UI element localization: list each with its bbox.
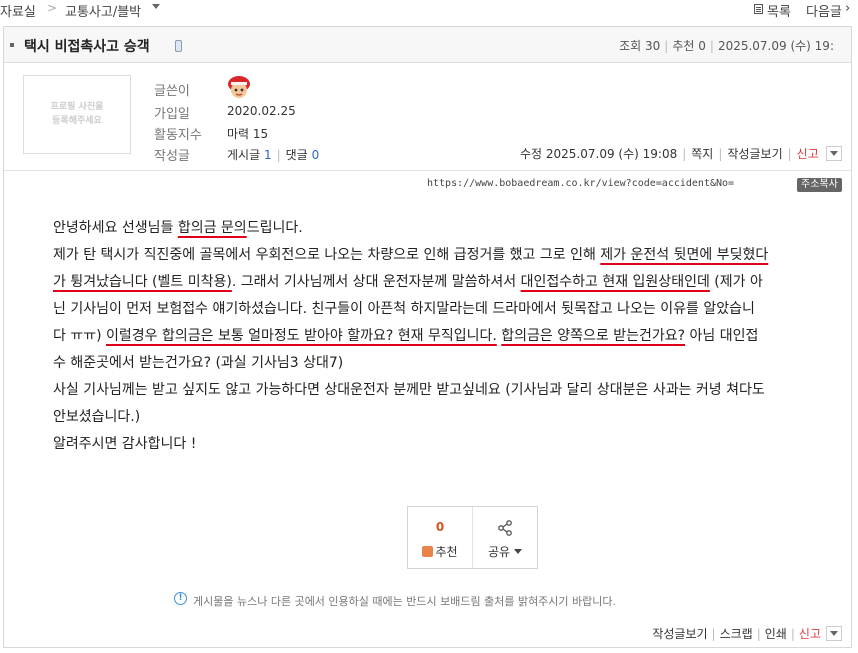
recommend-count: 0 <box>698 39 706 53</box>
views-label: 조회 <box>619 39 642 53</box>
breadcrumb-board[interactable]: 교통사고/블박 <box>65 1 141 20</box>
share-caret-icon <box>514 549 523 554</box>
author-label: 글쓴이 <box>154 84 190 99</box>
recommend-count-display: 0 <box>435 520 445 534</box>
share-button-label: 공유 <box>487 545 511 559</box>
edited-date: 수정 2025.07.09 (수) 19:08 <box>520 147 678 161</box>
post-date: 2025.07.09 (수) 19: <box>717 39 834 53</box>
share-icon <box>498 520 512 536</box>
content-line: 닌 기사님이 먼저 보험접수 얘기하셨습니다. 친구들이 아픈척 하지말라는데 … <box>53 301 755 317</box>
top-bar: 자료실 > 교통사고/블박 목록 다음글 › <box>0 0 858 20</box>
chevron-right-icon[interactable]: › <box>845 1 850 16</box>
author-avatar-icon[interactable] <box>227 75 251 100</box>
bottom-actions: 작성글보기 | 스크랩 | 인쇄 | 신고 <box>652 627 821 641</box>
post-content: 안녕하세요 선생님들 합의금 문의드립니다. 제가 탄 택시가 직진중에 골목에… <box>53 215 823 458</box>
joined-label: 가입일 <box>154 107 190 122</box>
breadcrumb-root[interactable]: 자료실 <box>0 1 36 20</box>
citation-notice: 게시물을 뉴스나 다른 곳에서 인용하실 때에는 반드시 보배드림 출처를 밝혀… <box>193 595 617 608</box>
board-dropdown-caret-icon[interactable] <box>152 4 160 9</box>
profile-photo-text-2: 등록해주세요 <box>52 116 102 126</box>
author-comments-count: 0 <box>311 148 320 162</box>
scrap-button[interactable]: 스크랩 <box>720 627 753 641</box>
profile-photo-placeholder: 프로필 사진을 등록해주세요 <box>23 75 131 154</box>
post-title: 택시 비접촉사고 승객 <box>24 39 150 55</box>
report-dropdown-icon[interactable] <box>826 146 842 161</box>
content-line: 제가 탄 택시가 직진중에 골목에서 우회전으로 나오는 차량으로 인해 급정거… <box>53 247 769 263</box>
view-author-posts-button[interactable]: 작성글보기 <box>727 147 782 161</box>
message-button[interactable]: 쪽지 <box>691 147 713 161</box>
mobile-icon <box>175 40 182 52</box>
content-line: 안녕하세요 선생님들 합의금 문의드립니다. <box>53 220 303 236</box>
footer-report-button[interactable]: 신고 <box>799 627 821 641</box>
post-url: https://www.bobaedream.co.kr/view?code=a… <box>427 178 735 189</box>
activity-label: 활동지수 <box>154 128 202 143</box>
views-count: 30 <box>645 39 661 53</box>
author-comments-link[interactable]: 댓글 <box>286 148 308 162</box>
footer-view-posts-button[interactable]: 작성글보기 <box>652 627 707 641</box>
activity-value: 마력 15 <box>227 127 269 141</box>
list-button[interactable]: 목록 <box>767 1 791 20</box>
divider <box>4 170 851 171</box>
content-line: 수 해준곳에서 받는건가요? (과실 기사님3 상대7) <box>53 355 344 371</box>
author-post-counts: 게시글 1 | 댓글 0 <box>227 148 320 162</box>
list-icon[interactable] <box>754 4 763 14</box>
content-line: 알려주시면 감사합니다 ! <box>53 436 197 452</box>
post-meta-actions: 수정 2025.07.09 (수) 19:08 | 쪽지 | 작성글보기 | 신고 <box>520 147 819 161</box>
breadcrumb-separator: > <box>47 1 58 15</box>
post-stats: 조회 30 | 추천 0 | 2025.07.09 (수) 19: <box>619 39 834 53</box>
recommend-button-label: 추천 <box>435 545 458 559</box>
copy-url-button[interactable]: 주소복사 <box>797 178 842 192</box>
print-button[interactable]: 인쇄 <box>765 627 787 641</box>
recommend-share-box: 0 추천 공유 <box>407 506 538 569</box>
info-icon: ! <box>174 592 187 605</box>
thumbs-up-icon <box>422 546 434 557</box>
content-line: 가 튕겨났습니다 (벨트 미착용). 그래서 기사님께서 상대 운전자분께 말씀… <box>53 274 763 290</box>
author-posts-link[interactable]: 게시글 <box>227 148 260 162</box>
author-posts-count: 1 <box>263 148 272 162</box>
profile-photo-text-1: 프로필 사진을 <box>50 102 104 112</box>
next-post-button[interactable]: 다음글 <box>806 1 842 20</box>
joined-date: 2020.02.25 <box>227 104 296 118</box>
content-line: 사실 기사님께는 받고 싶지도 않고 가능하다면 상대운전자 분께만 받고싶네요… <box>53 382 765 398</box>
posts-label: 작성글 <box>154 149 190 164</box>
footer-report-dropdown-icon[interactable] <box>826 626 842 641</box>
content-line: 안보셨습니다.) <box>53 409 141 425</box>
recommend-label: 추천 <box>672 39 695 53</box>
content-line: 다 ㅠㅠ) 이럴경우 합의금은 보통 얼마정도 받아야 할까요? 현재 무직입니… <box>53 328 759 344</box>
title-bullet-icon <box>10 43 14 47</box>
report-button[interactable]: 신고 <box>797 147 819 161</box>
